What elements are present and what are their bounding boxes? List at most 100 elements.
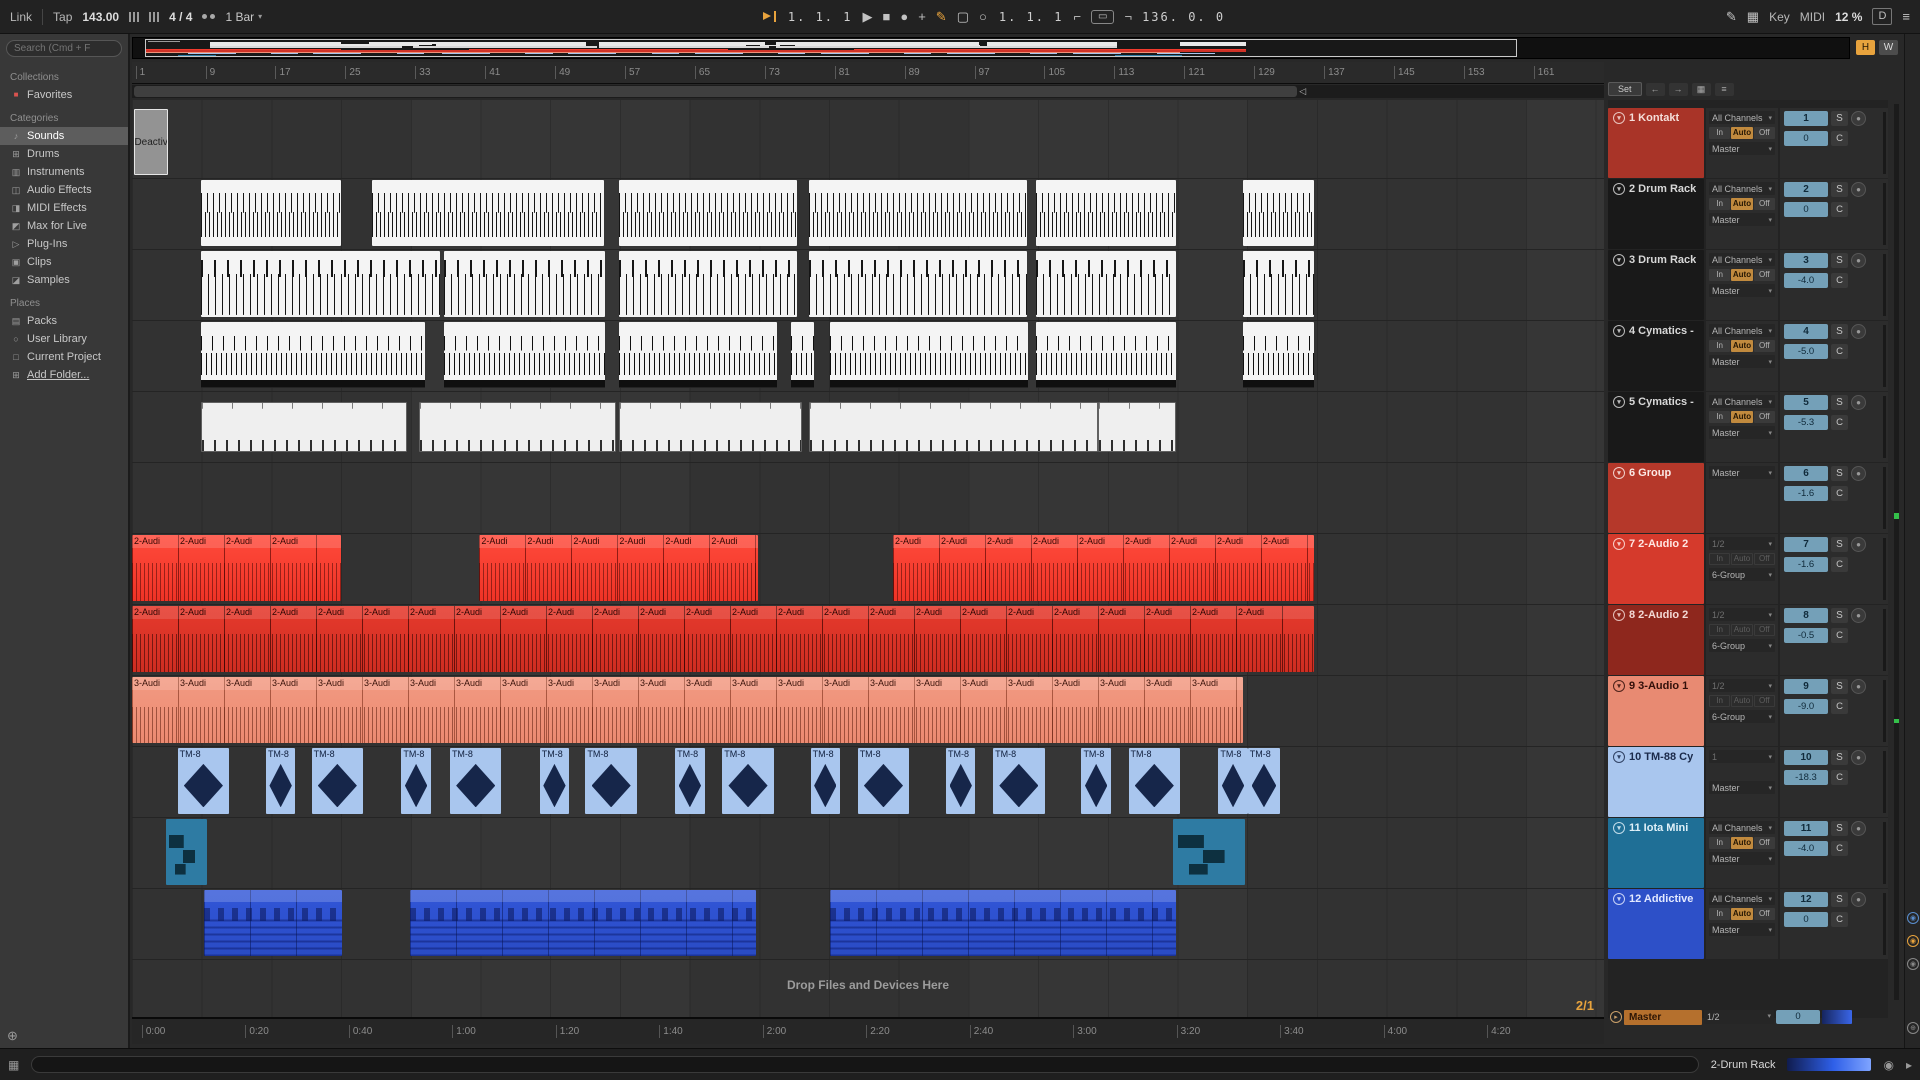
monitor-in-button[interactable]: In xyxy=(1709,624,1731,636)
routing-menu[interactable]: 1/2 ▾ xyxy=(1709,679,1775,692)
monitor-in-button[interactable]: In xyxy=(1709,340,1731,352)
loop-length-display[interactable]: 136. 0. 0 xyxy=(1142,10,1225,24)
track-activator-button[interactable]: 5 xyxy=(1784,395,1828,410)
solo-button[interactable]: S xyxy=(1831,253,1848,268)
volume-field[interactable]: -9.0 xyxy=(1784,699,1828,714)
track-lane-7[interactable]: 2-Audi 2-Audi 2-Audi 2-Audi 2-Audi 2-Audi 2-Au… xyxy=(132,534,1604,605)
routing-menu[interactable]: Master ▾ xyxy=(1709,426,1775,439)
status-input[interactable] xyxy=(31,1056,1699,1073)
scroll-handle[interactable] xyxy=(134,86,1297,97)
clip[interactable]: 2-Audi 2-Audi 2-Audi 2-Audi 2-Audi 2-Audi 2-Au… xyxy=(132,606,1315,672)
arrangement-position-display[interactable]: 1. 1. 1 xyxy=(788,10,853,24)
routing-menu[interactable]: All Channels ▾ xyxy=(1709,821,1775,834)
routing-menu[interactable]: All Channels ▾ xyxy=(1709,111,1775,124)
punch-in-button[interactable]: ⌐ xyxy=(1073,9,1081,24)
unfold-icon[interactable]: ▾ xyxy=(1613,183,1625,195)
solo-button[interactable]: S xyxy=(1831,111,1848,126)
routing-menu[interactable]: 6-Group ▾ xyxy=(1709,568,1775,581)
tap-tempo-button[interactable]: Tap xyxy=(53,10,72,24)
monitor-in-button[interactable]: In xyxy=(1709,908,1731,920)
routing-menu[interactable]: All Channels ▾ xyxy=(1709,253,1775,266)
solo-button[interactable]: S xyxy=(1831,466,1848,481)
clip[interactable]: TM-8 xyxy=(857,748,910,814)
track-activator-button[interactable]: 7 xyxy=(1784,537,1828,552)
track-name-cell[interactable]: ▾ 11 Iota Mini xyxy=(1608,818,1704,888)
routing-menu[interactable]: All Channels ▾ xyxy=(1709,182,1775,195)
sidebar-item-audio-effects[interactable]: ◫ Audio Effects xyxy=(0,181,128,199)
clip[interactable]: TM-8 xyxy=(539,748,570,814)
track-activator-button[interactable]: 8 xyxy=(1784,608,1828,623)
unfold-icon[interactable]: ▾ xyxy=(1613,396,1625,408)
sidebar-item-drums[interactable]: ⊞ Drums xyxy=(0,145,128,163)
clip[interactable] xyxy=(1035,251,1176,317)
track-header-row-1[interactable]: ▾ 1 Kontakt All Channels ▾ In Auto Off Master ▾ 1… xyxy=(1608,108,1888,178)
routing-menu[interactable]: All Channels ▾ xyxy=(1709,395,1775,408)
solo-button[interactable]: S xyxy=(1831,892,1848,907)
clip[interactable] xyxy=(809,401,1098,453)
clip[interactable] xyxy=(1035,322,1176,388)
wide-button[interactable]: W xyxy=(1879,40,1898,55)
unfold-icon[interactable]: ▾ xyxy=(1613,751,1625,763)
monitor-in-button[interactable]: In xyxy=(1709,553,1731,565)
track-name-cell[interactable]: ▾ 1 Kontakt xyxy=(1608,108,1704,178)
monitor-auto-button[interactable]: Auto xyxy=(1731,837,1753,849)
forward-icon[interactable]: → xyxy=(1668,82,1688,96)
clip[interactable] xyxy=(419,401,617,453)
back-icon[interactable]: ← xyxy=(1645,82,1665,96)
sidebar-item-favorites[interactable]: ■ Favorites xyxy=(0,86,128,104)
pan-field[interactable]: C xyxy=(1831,557,1848,572)
overdub-button[interactable]: + xyxy=(918,9,926,24)
clip[interactable] xyxy=(204,890,343,956)
punch-out-button[interactable]: ¬ xyxy=(1124,9,1132,24)
clip[interactable] xyxy=(371,180,605,246)
arrangement-overview[interactable] xyxy=(132,37,1850,59)
clip[interactable]: TM-8 xyxy=(1081,748,1111,814)
unfold-icon[interactable]: ▾ xyxy=(1613,822,1625,834)
monitor-off-button[interactable]: Off xyxy=(1753,340,1775,352)
follow-icon[interactable] xyxy=(762,11,778,22)
routing-menu[interactable]: 1/2 ▾ xyxy=(1709,608,1775,621)
sidebar-item-instruments[interactable]: ▥ Instruments xyxy=(0,163,128,181)
track-name-cell[interactable]: ▾ 8 2-Audio 2 xyxy=(1608,605,1704,675)
routing-menu[interactable]: Master ▾ xyxy=(1709,284,1775,297)
clip[interactable] xyxy=(619,251,798,317)
pan-field[interactable]: C xyxy=(1831,415,1848,430)
track-name-cell[interactable]: ▾ 10 TM-88 Cy xyxy=(1608,747,1704,817)
arm-button[interactable]: ● xyxy=(1851,182,1866,197)
volume-field[interactable]: -5.0 xyxy=(1784,344,1828,359)
solo-button[interactable]: S xyxy=(1831,395,1848,410)
clip[interactable]: TM-8 xyxy=(946,748,976,814)
monitor-off-button[interactable]: Off xyxy=(1753,269,1775,281)
monitor-auto-button[interactable]: Auto xyxy=(1731,553,1753,565)
track-lane-11[interactable] xyxy=(132,818,1604,889)
clip[interactable] xyxy=(1243,251,1314,317)
track-lane-10[interactable]: TM-8 TM-8 TM-8 TM-8 TM-8 TM-8 TM-8 TM-8 TM-8 TM-8… xyxy=(132,747,1604,818)
track-name-cell[interactable]: ▾ 2 Drum Rack xyxy=(1608,179,1704,249)
unfold-icon[interactable]: ▾ xyxy=(1613,254,1625,266)
monitor-off-button[interactable]: Off xyxy=(1753,127,1775,139)
clip[interactable] xyxy=(444,322,605,388)
volume-field[interactable]: -5.3 xyxy=(1784,415,1828,430)
clip[interactable] xyxy=(619,401,802,453)
monitor-auto-button[interactable]: Auto xyxy=(1731,624,1753,636)
hide-button[interactable]: H xyxy=(1856,40,1875,55)
clip[interactable]: 2-Audi 2-Audi 2-Audi 2-Audi 2-Audi 2-Audi xyxy=(479,535,758,601)
clip[interactable] xyxy=(829,890,1176,956)
automation-arm-icon[interactable]: ✎ xyxy=(1726,9,1737,25)
unfold-icon[interactable]: ▾ xyxy=(1613,680,1625,692)
computer-keyboard-icon[interactable]: ▦ xyxy=(1747,9,1759,25)
time-signature-display[interactable]: 4 / 4 xyxy=(169,10,192,24)
track-header-row-12[interactable]: ▾ 12 Addictive All Channels ▾ In Auto Off Maste… xyxy=(1608,889,1888,959)
solo-button[interactable]: S xyxy=(1831,182,1848,197)
list-icon[interactable]: ≡ xyxy=(1714,82,1734,96)
sidebar-item-packs[interactable]: ▤ Packs xyxy=(0,312,128,330)
track-name-cell[interactable]: ▾ 9 3-Audio 1 xyxy=(1608,676,1704,746)
solo-button[interactable]: S xyxy=(1831,324,1848,339)
unfold-icon[interactable]: ▾ xyxy=(1613,538,1625,550)
midi-map-button[interactable]: MIDI xyxy=(1800,10,1825,24)
unfold-icon[interactable]: ▾ xyxy=(1613,609,1625,621)
arm-button[interactable]: ● xyxy=(1851,679,1866,694)
monitor-off-button[interactable]: Off xyxy=(1753,837,1775,849)
monitor-off-button[interactable]: Off xyxy=(1753,553,1775,565)
clip[interactable]: TM-8 xyxy=(1247,748,1281,814)
